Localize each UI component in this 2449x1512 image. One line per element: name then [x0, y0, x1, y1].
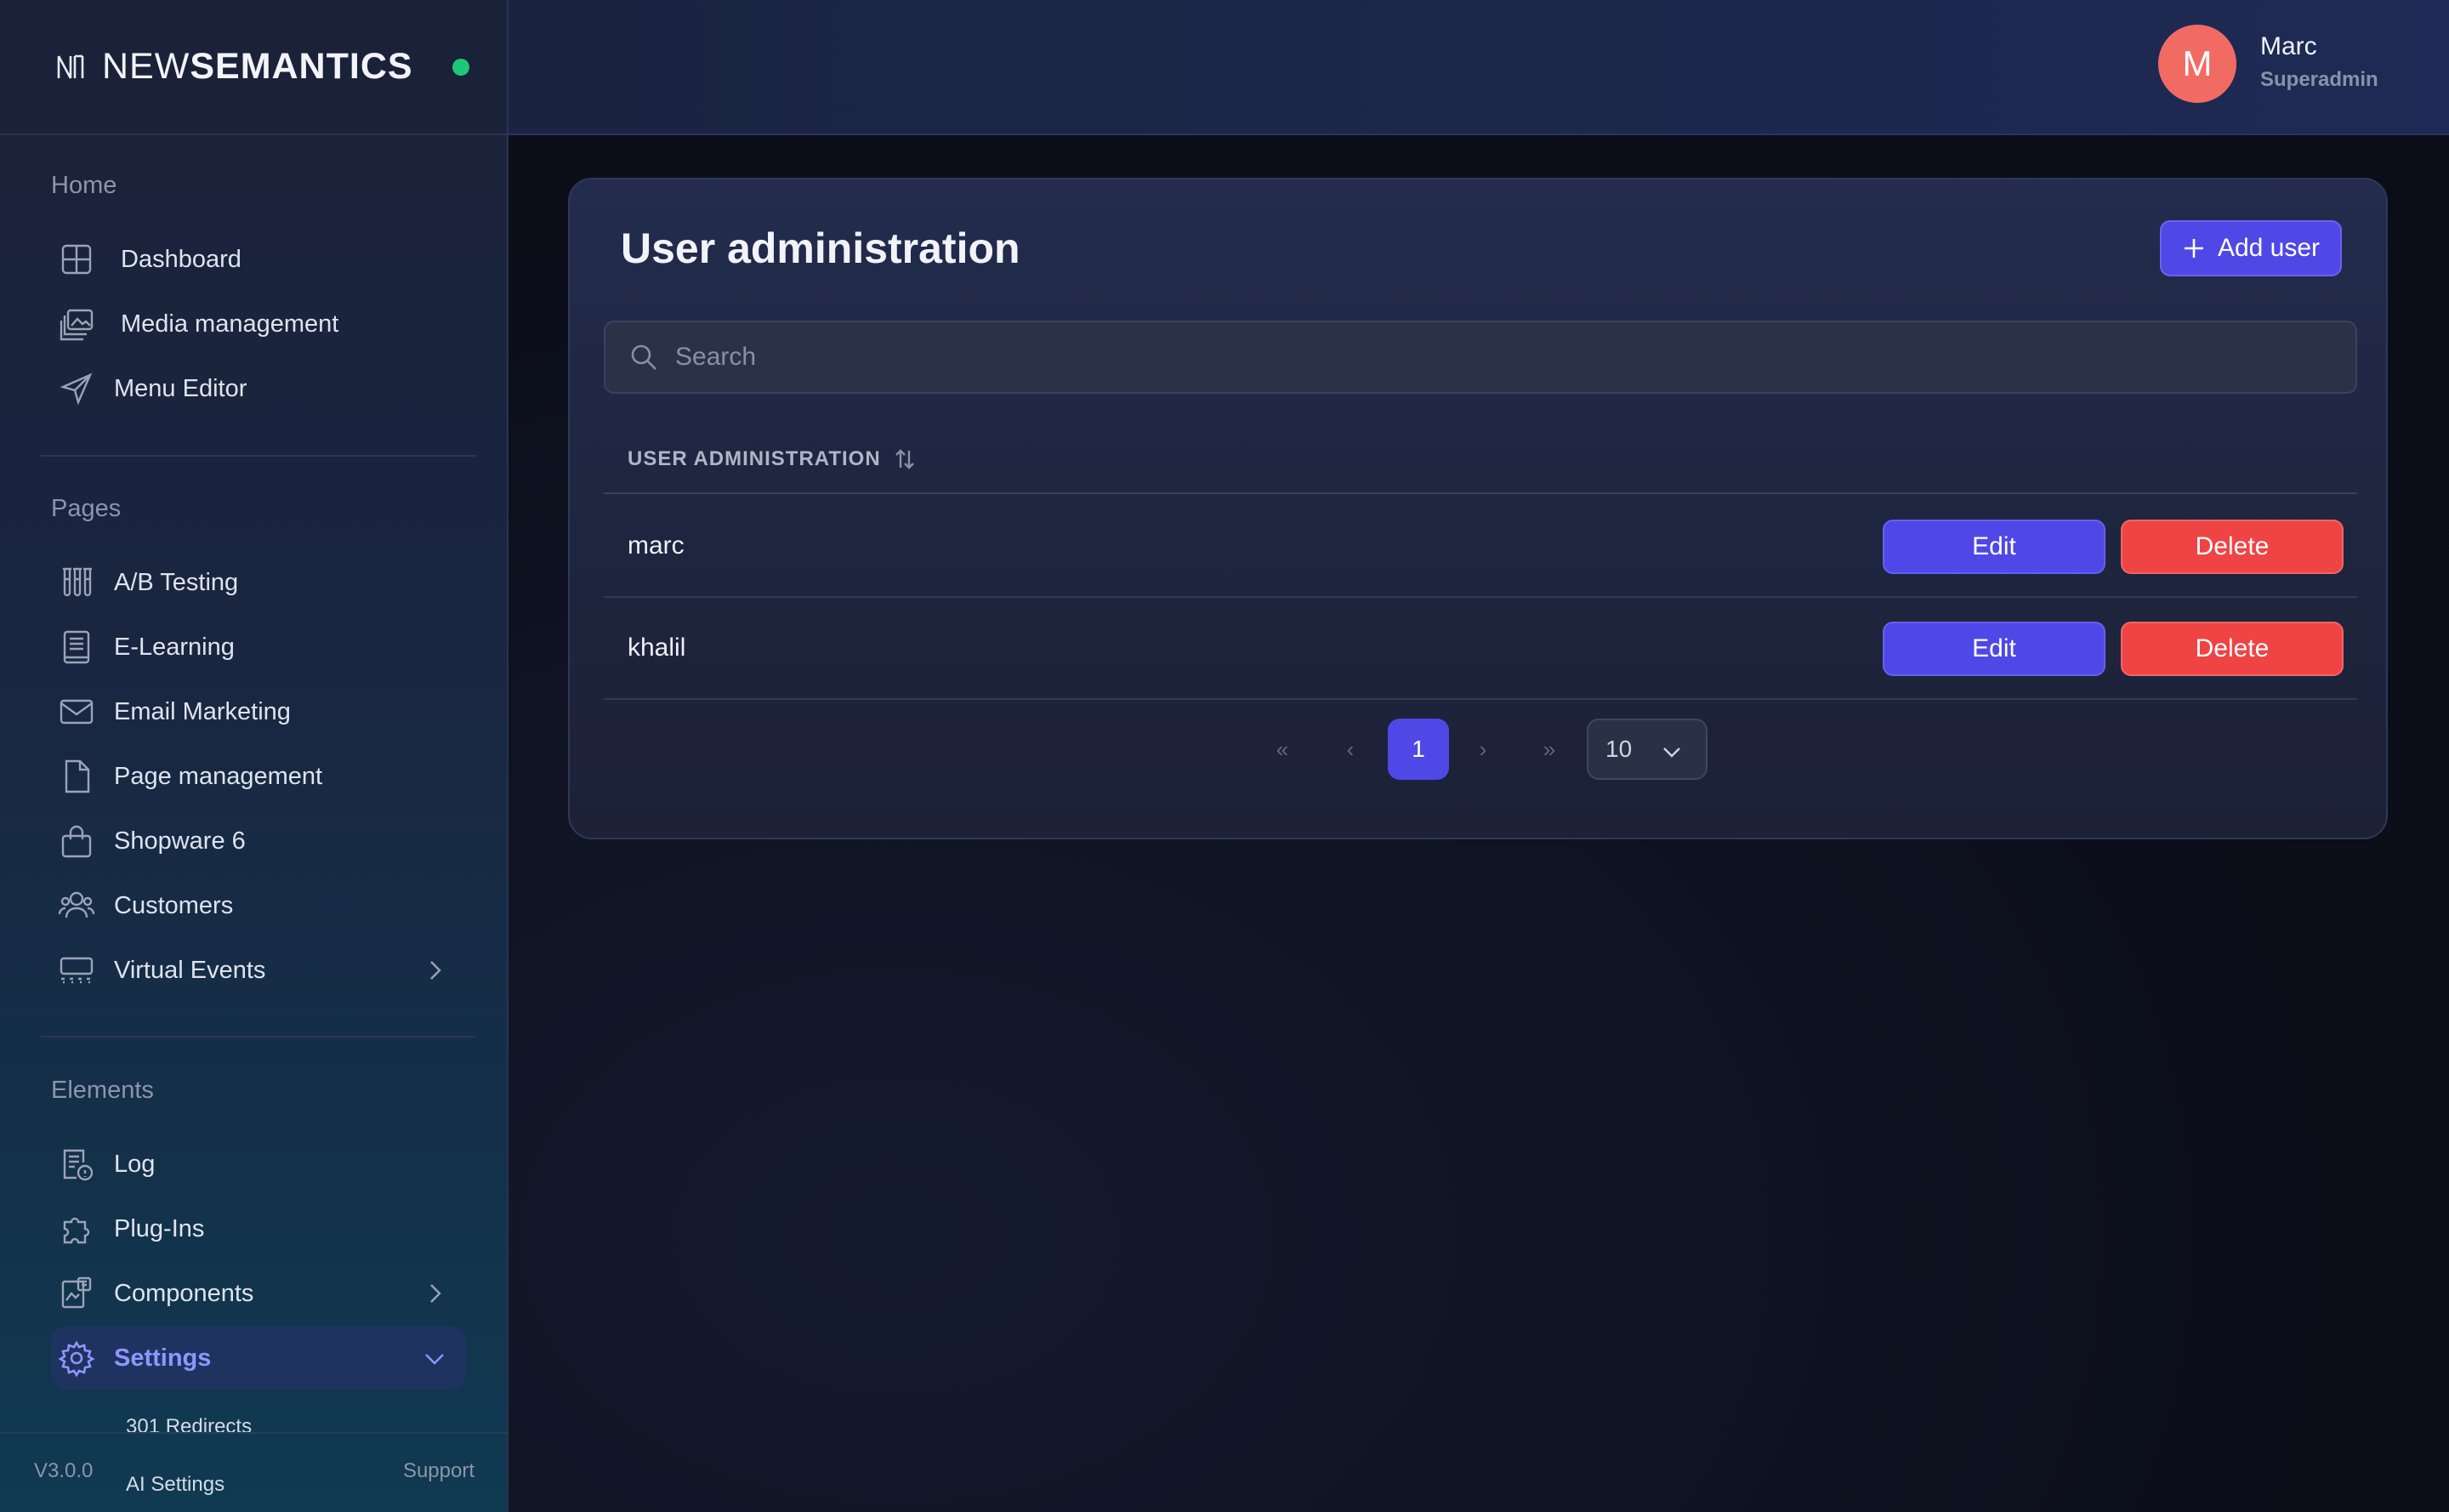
sidebar-item-plug-ins[interactable]: Plug-Ins [51, 1197, 466, 1260]
table-row: khalil Edit Delete [604, 598, 2357, 700]
mail-icon [58, 693, 95, 730]
sidebar-item-label: A/B Testing [114, 568, 239, 596]
version-label: V3.0.0 [34, 1459, 94, 1482]
page-button-current[interactable]: 1 [1388, 719, 1449, 780]
media-icon [58, 305, 95, 343]
gear-icon [58, 1339, 95, 1378]
avatar[interactable]: M [2158, 25, 2236, 103]
user-admin-card: User administration Add user USER ADMINI… [568, 178, 2388, 839]
chevron-down-icon [1663, 747, 1680, 758]
top-bar: M Marc Superadmin [509, 0, 2449, 135]
sidebar-divider [41, 1036, 476, 1037]
sidebar-item-email-marketing[interactable]: Email Marketing [51, 680, 466, 743]
pagination: « ‹ 1 › » 10 [570, 719, 2389, 780]
add-user-button[interactable]: Add user [2160, 220, 2342, 276]
sidebar-item-label: Shopware 6 [114, 827, 246, 855]
rows-per-page-select[interactable]: 10 [1587, 719, 1707, 780]
brand-header: NEWSEMANTICS [0, 0, 507, 135]
test-tubes-icon [58, 564, 95, 601]
table-row: marc Edit Delete [604, 496, 2357, 598]
users-icon [58, 887, 95, 924]
edit-button[interactable]: Edit [1883, 520, 2105, 574]
events-icon [58, 952, 95, 989]
brand-logo-text[interactable]: NEWSEMANTICS [102, 46, 413, 88]
file-icon [58, 758, 95, 795]
sidebar-item-label: Virtual Events [114, 956, 266, 984]
sidebar: NEWSEMANTICS Home Dashboard Media manage… [0, 0, 509, 1512]
page-title: User administration [621, 225, 1020, 272]
sidebar-item-components[interactable]: Components [51, 1262, 466, 1325]
sidebar-item-label: Plug-Ins [114, 1214, 205, 1242]
sidebar-item-label: Email Marketing [114, 697, 291, 725]
sidebar-item-label: Menu Editor [114, 374, 247, 402]
user-name[interactable]: Marc [2260, 32, 2317, 61]
sidebar-item-dashboard[interactable]: Dashboard [51, 228, 466, 291]
send-icon [58, 370, 95, 407]
sidebar-item-settings[interactable]: Settings [51, 1327, 466, 1390]
user-name-cell: marc [628, 531, 685, 560]
add-user-label: Add user [2217, 234, 2321, 262]
sidebar-item-customers[interactable]: Customers [51, 874, 466, 937]
rows-per-page-value: 10 [1605, 736, 1633, 762]
sidebar-item-label: Components [114, 1279, 254, 1307]
support-link[interactable]: Support [403, 1459, 474, 1483]
puzzle-icon [58, 1210, 95, 1248]
sidebar-item-label: E-Learning [114, 633, 235, 661]
section-title-home: Home [51, 172, 117, 199]
sidebar-item-media-management[interactable]: Media management [51, 293, 466, 355]
sidebar-item-virtual-events[interactable]: Virtual Events [51, 939, 466, 1002]
dashboard-icon [58, 241, 95, 278]
search-input[interactable] [675, 343, 2355, 372]
prev-page-button[interactable]: ‹ [1327, 719, 1374, 780]
sidebar-item-log[interactable]: Log [51, 1133, 466, 1196]
next-page-button[interactable]: › [1459, 719, 1507, 780]
chevron-right-icon [430, 961, 441, 980]
main-content: User administration Add user USER ADMINI… [509, 135, 2449, 1512]
first-page-button[interactable]: « [1259, 719, 1306, 780]
shopping-bag-icon [58, 822, 95, 860]
sidebar-footer: V3.0.0 Support [0, 1432, 509, 1512]
search-box[interactable] [604, 321, 2357, 394]
sidebar-item-label: Log [114, 1150, 156, 1178]
search-icon [631, 344, 656, 370]
logo-icon [57, 54, 84, 79]
last-page-button[interactable]: » [1526, 719, 1573, 780]
sort-icon[interactable] [893, 447, 917, 471]
components-icon [58, 1275, 95, 1312]
sidebar-item-label: Page management [114, 762, 323, 790]
user-name-cell: khalil [628, 634, 686, 662]
sidebar-divider [41, 455, 476, 457]
edit-button[interactable]: Edit [1883, 622, 2105, 676]
sidebar-item-shopware-6[interactable]: Shopware 6 [51, 810, 466, 873]
user-role: Superadmin [2260, 68, 2378, 91]
delete-button[interactable]: Delete [2121, 520, 2344, 574]
sidebar-item-page-management[interactable]: Page management [51, 745, 466, 808]
sidebar-item-label: Media management [121, 310, 339, 338]
sidebar-item-label: Dashboard [121, 245, 241, 273]
column-header-user-administration[interactable]: USER ADMINISTRATION [628, 447, 881, 471]
sidebar-item-label: Settings [114, 1344, 212, 1372]
sidebar-item-menu-editor[interactable]: Menu Editor [51, 357, 466, 420]
sidebar-item-label: Customers [114, 891, 234, 919]
book-icon [58, 628, 95, 666]
table-header: USER ADMINISTRATION [604, 426, 2357, 494]
delete-button[interactable]: Delete [2121, 622, 2344, 676]
sidebar-subitem-ai-settings[interactable]: AI Settings [126, 1473, 224, 1497]
online-status-dot [452, 59, 469, 76]
section-title-elements: Elements [51, 1077, 154, 1104]
chevron-right-icon [430, 1284, 441, 1303]
log-icon [58, 1145, 95, 1183]
sidebar-item-e-learning[interactable]: E-Learning [51, 616, 466, 679]
chevron-down-icon [425, 1354, 444, 1365]
section-title-pages: Pages [51, 495, 122, 522]
plus-icon [2184, 239, 2203, 258]
sidebar-item-ab-testing[interactable]: A/B Testing [51, 551, 466, 614]
